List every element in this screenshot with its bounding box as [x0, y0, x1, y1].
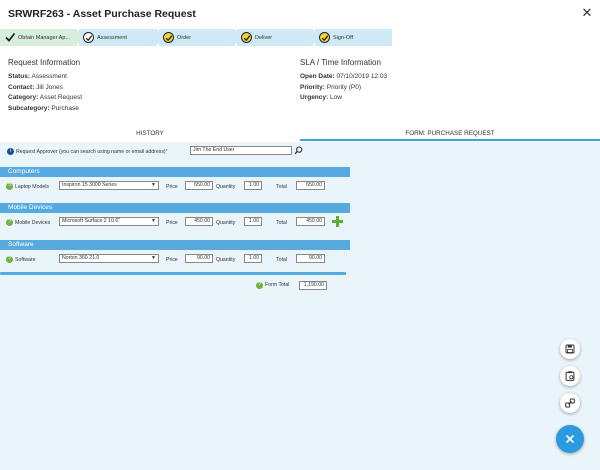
price-label: Price: [166, 257, 178, 263]
price-input[interactable]: 90.00: [185, 254, 213, 263]
close-icon[interactable]: ✕: [580, 6, 594, 20]
tab-form-purchase-request[interactable]: FORM: PURCHASE REQUEST: [300, 127, 600, 141]
form-total-field: 1,190.00: [299, 281, 327, 290]
stage-obtain-manager-approval[interactable]: Obtain Manager Ap...: [0, 29, 83, 46]
mobile-devices-select[interactable]: Microsoft Surface 2 10.6" ▼: [59, 217, 159, 226]
item-label: Mobile Devices: [15, 220, 51, 226]
section-software: Software: [0, 240, 350, 250]
item-label: Software: [15, 257, 36, 263]
tab-bar: HISTORY FORM: PURCHASE REQUEST: [0, 127, 600, 141]
clipboard-icon: [565, 371, 575, 381]
info-icon: i: [7, 148, 14, 155]
info-row-contact: Contact: Jill Jones: [8, 83, 63, 91]
section-mobile-devices: Mobile Devices: [0, 203, 350, 213]
quantity-input[interactable]: 1.00: [244, 181, 262, 190]
quantity-label: Quantity: [216, 220, 236, 226]
check-icon: [5, 32, 16, 42]
info-row-urgency: Urgency: Low: [300, 94, 342, 102]
chevron-down-icon: ▼: [151, 182, 156, 188]
quantity-input[interactable]: 1.00: [244, 217, 262, 226]
stage-label: Assessment: [97, 35, 127, 41]
stage-label: Order: [177, 35, 192, 41]
price-input[interactable]: 650.00: [185, 181, 213, 190]
quantity-label: Quantity: [216, 184, 236, 190]
info-row-status: Status: Assessment: [8, 73, 67, 80]
line-item-laptop-models: ? Laptop Models Inspiron 15 3000 Series ▼…: [0, 180, 350, 194]
save-icon: [565, 344, 575, 354]
link-icon: [565, 398, 575, 408]
process-stages: Obtain Manager Ap... Assessment Order De…: [0, 29, 392, 46]
title-bar: SRWRF263 - Asset Purchase Request ✕: [0, 0, 600, 28]
total-field: 650.00: [296, 181, 325, 190]
item-label: Laptop Models: [15, 184, 50, 190]
stage-assessment[interactable]: Assessment: [79, 29, 163, 46]
add-icon[interactable]: [332, 216, 343, 227]
software-select[interactable]: Norton 360 21.0 ▼: [59, 254, 159, 263]
stage-deliver[interactable]: Deliver: [237, 29, 319, 46]
info-row-subcategory: Subcategory: Purchase: [8, 104, 79, 112]
chevron-down-icon: ▼: [151, 255, 156, 261]
stage-label: Deliver: [255, 35, 273, 41]
quantity-input[interactable]: 1.00: [244, 254, 262, 263]
tab-history[interactable]: HISTORY: [0, 127, 300, 141]
section-computers: Computers: [0, 167, 350, 177]
fab-close-button[interactable]: [556, 425, 584, 453]
help-icon[interactable]: ?: [6, 183, 13, 190]
form-total-label: ? Form Total: [256, 282, 289, 289]
stage-label: Sign-Off: [333, 35, 354, 41]
request-information-heading: Request Information: [8, 58, 81, 67]
save-button[interactable]: [560, 339, 580, 359]
info-row-priority: Priority: Priority (P0): [300, 83, 362, 91]
check-circle-icon: [83, 32, 94, 43]
info-row-open-date: Open Date: 07/10/2019 12:03: [300, 73, 388, 80]
search-icon[interactable]: [294, 146, 303, 155]
help-icon[interactable]: ?: [256, 282, 263, 289]
stage-sign-off[interactable]: Sign-Off: [315, 29, 392, 46]
link-button[interactable]: [560, 393, 580, 413]
price-label: Price: [166, 184, 178, 190]
request-information: Request Information Status: Assessment C…: [8, 58, 82, 115]
stage-label: Obtain Manager Ap...: [18, 35, 70, 41]
laptop-models-select[interactable]: Inspiron 15 3000 Series ▼: [59, 181, 159, 190]
chevron-down-icon: ▼: [151, 218, 156, 224]
request-approver-input[interactable]: Jim The End User: [190, 146, 292, 155]
check-circle-icon: [241, 32, 252, 43]
total-label: Total: [276, 257, 287, 263]
quantity-label: Quantity: [216, 257, 236, 263]
total-field: 450.00: [296, 217, 325, 226]
info-row-category: Category: Asset Request: [8, 94, 83, 102]
request-approver-label: i Request Approver (you can search using …: [7, 148, 168, 155]
total-label: Total: [276, 184, 287, 190]
line-item-software: ? Software Norton 360 21.0 ▼ Price 90.00 …: [0, 253, 350, 267]
clipboard-button[interactable]: [560, 366, 580, 386]
help-icon[interactable]: ?: [6, 219, 13, 226]
total-label: Total: [276, 220, 287, 226]
divider: [0, 272, 346, 275]
stage-order[interactable]: Order: [159, 29, 241, 46]
close-icon: [565, 434, 575, 444]
line-item-mobile-devices: ? Mobile Devices Microsoft Surface 2 10.…: [0, 216, 350, 230]
total-field: 90.00: [296, 254, 325, 263]
check-circle-icon: [319, 32, 330, 43]
check-circle-icon: [163, 32, 174, 43]
sla-information: SLA / Time Information Open Date: 07/10/…: [300, 58, 387, 105]
sla-information-heading: SLA / Time Information: [300, 58, 381, 67]
price-label: Price: [166, 220, 178, 226]
price-input[interactable]: 450.00: [185, 217, 213, 226]
help-icon[interactable]: ?: [6, 256, 13, 263]
window-title: SRWRF263 - Asset Purchase Request: [8, 8, 196, 20]
